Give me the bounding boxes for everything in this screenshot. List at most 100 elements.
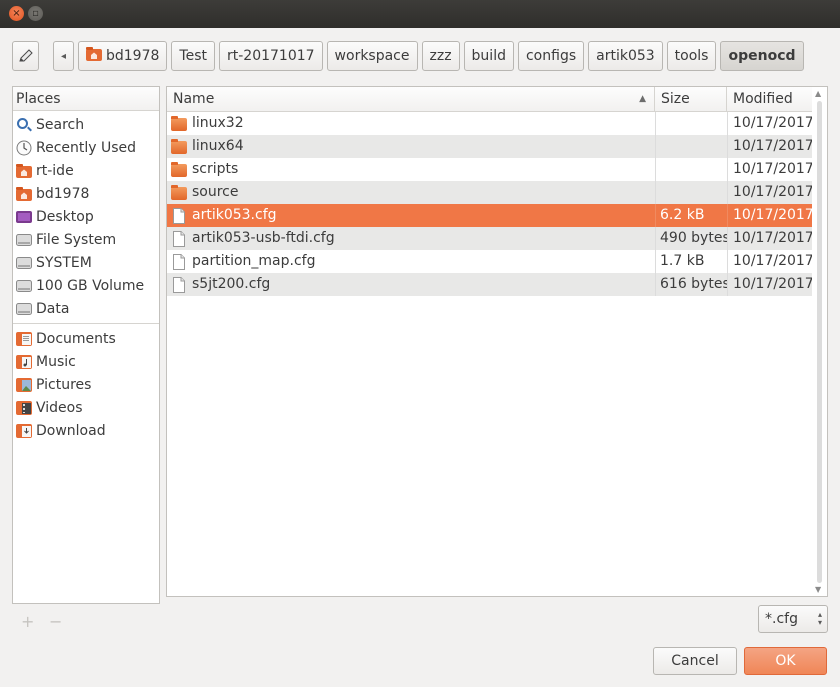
path-crumb-label: configs — [525, 48, 577, 64]
maximize-window-button[interactable]: ▫ — [28, 6, 43, 21]
file-row[interactable]: partition_map.cfg 1.7 kB 10/17/2017 — [167, 250, 812, 273]
folder-icon — [171, 138, 187, 155]
file-size: 6.2 kB — [655, 204, 727, 227]
file-size: 616 bytes — [655, 273, 727, 296]
download-folder-icon — [16, 423, 32, 439]
column-size-label: Size — [661, 91, 690, 107]
file-row[interactable]: linux32 10/17/2017 — [167, 112, 812, 135]
place-100-gb-volume[interactable]: 100 GB Volume — [13, 274, 159, 297]
path-crumb-label: rt-20171017 — [226, 48, 315, 64]
place-music[interactable]: Music — [13, 350, 159, 373]
close-window-button[interactable]: × — [9, 6, 24, 21]
place-system[interactable]: SYSTEM — [13, 251, 159, 274]
file-modified: 10/17/2017 — [727, 227, 812, 250]
path-crumb-label: openocd — [728, 48, 796, 64]
edit-location-button[interactable] — [12, 41, 39, 71]
file-list-header: Name ▲ Size Modified — [167, 87, 812, 112]
place-data[interactable]: Data — [13, 297, 159, 320]
path-back-button[interactable]: ◂ — [53, 41, 74, 71]
path-crumb-tools[interactable]: tools — [666, 41, 717, 71]
drive-icon — [16, 301, 32, 317]
place-file-system[interactable]: File System — [13, 228, 159, 251]
file-icon — [171, 276, 187, 293]
column-modified-header[interactable]: Modified — [727, 87, 812, 111]
file-size: 1.7 kB — [655, 250, 727, 273]
file-rows: linux32 10/17/2017 linux64 10/17/2017 script… — [167, 112, 812, 296]
path-crumb-build[interactable]: build — [463, 41, 514, 71]
place-pictures[interactable]: Pictures — [13, 373, 159, 396]
column-size-header[interactable]: Size — [655, 87, 727, 111]
home-folder-icon — [16, 163, 32, 179]
file-modified: 10/17/2017 — [727, 204, 812, 227]
file-icon — [171, 230, 187, 247]
place-label: Download — [36, 422, 106, 439]
path-crumb-zzz[interactable]: zzz — [421, 41, 460, 71]
path-crumb-label: bd1978 — [106, 48, 160, 64]
path-crumb-rt-20171017[interactable]: rt-20171017 — [218, 41, 323, 71]
file-name-cell: linux32 — [167, 112, 655, 135]
place-download[interactable]: Download — [13, 419, 159, 442]
places-separator — [13, 323, 159, 324]
videos-folder-icon — [16, 400, 32, 416]
file-name: source — [192, 184, 239, 200]
place-label: Search — [36, 116, 85, 133]
path-crumb-artik053[interactable]: artik053 — [588, 41, 663, 71]
home-folder-icon — [86, 47, 102, 65]
add-bookmark-button[interactable]: + — [21, 612, 34, 631]
path-crumb-workspace[interactable]: workspace — [326, 41, 418, 71]
scroll-track[interactable] — [817, 101, 822, 583]
drive-icon — [16, 278, 32, 294]
place-rt-ide[interactable]: rt-ide — [13, 159, 159, 182]
path-crumb-openocd[interactable]: openocd — [720, 41, 804, 71]
column-name-label: Name — [173, 91, 215, 107]
title-bar: × ▫ — [0, 0, 840, 28]
place-recently-used[interactable]: Recently Used — [13, 136, 159, 159]
place-documents[interactable]: Documents — [13, 327, 159, 350]
file-row[interactable]: linux64 10/17/2017 — [167, 135, 812, 158]
home-folder-icon — [16, 186, 32, 202]
place-videos[interactable]: Videos — [13, 396, 159, 419]
scroll-down-icon[interactable]: ▼ — [815, 585, 821, 594]
file-row[interactable]: artik053-usb-ftdi.cfg 490 bytes 10/17/2017 — [167, 227, 812, 250]
drive-icon — [16, 255, 32, 271]
file-icon — [171, 253, 187, 270]
remove-bookmark-button[interactable]: − — [49, 612, 62, 631]
file-row[interactable]: s5jt200.cfg 616 bytes 10/17/2017 — [167, 273, 812, 296]
desktop-icon — [16, 209, 32, 225]
place-label: Desktop — [36, 208, 94, 225]
file-name-cell: scripts — [167, 158, 655, 181]
path-crumb-label: artik053 — [596, 48, 655, 64]
file-name: linux32 — [192, 115, 244, 131]
recent-icon — [16, 140, 32, 156]
file-modified: 10/17/2017 — [727, 181, 812, 204]
file-row[interactable]: artik053.cfg 6.2 kB 10/17/2017 — [167, 204, 812, 227]
file-name: partition_map.cfg — [192, 253, 316, 269]
file-type-filter-select[interactable]: *.cfg ▴ ▾ — [758, 605, 828, 633]
file-name: s5jt200.cfg — [192, 276, 271, 292]
place-label: Documents — [36, 330, 116, 347]
folder-icon — [171, 161, 187, 178]
scroll-up-icon[interactable]: ▲ — [815, 89, 821, 98]
path-crumb-test[interactable]: Test — [171, 41, 215, 71]
file-name: artik053-usb-ftdi.cfg — [192, 230, 335, 246]
path-crumb-bd1978[interactable]: bd1978 — [78, 41, 168, 71]
documents-folder-icon — [16, 331, 32, 347]
cancel-button[interactable]: Cancel — [653, 647, 737, 675]
place-label: 100 GB Volume — [36, 277, 145, 294]
vertical-scrollbar[interactable]: ▲ ▼ — [815, 89, 824, 594]
places-list: Search Recently Used rt-ide bd1978 Desktop Fi… — [13, 113, 159, 442]
ok-button[interactable]: OK — [744, 647, 827, 675]
file-name-cell: linux64 — [167, 135, 655, 158]
folder-icon — [171, 184, 187, 201]
file-row[interactable]: scripts 10/17/2017 — [167, 158, 812, 181]
path-crumb-label: zzz — [429, 48, 452, 64]
place-bd1978[interactable]: bd1978 — [13, 182, 159, 205]
place-desktop[interactable]: Desktop — [13, 205, 159, 228]
place-search[interactable]: Search — [13, 113, 159, 136]
file-modified: 10/17/2017 — [727, 158, 812, 181]
file-row[interactable]: source 10/17/2017 — [167, 181, 812, 204]
file-modified: 10/17/2017 — [727, 112, 812, 135]
column-name-header[interactable]: Name ▲ — [167, 87, 655, 111]
path-crumb-configs[interactable]: configs — [517, 41, 585, 71]
file-name-cell: artik053.cfg — [167, 204, 655, 227]
